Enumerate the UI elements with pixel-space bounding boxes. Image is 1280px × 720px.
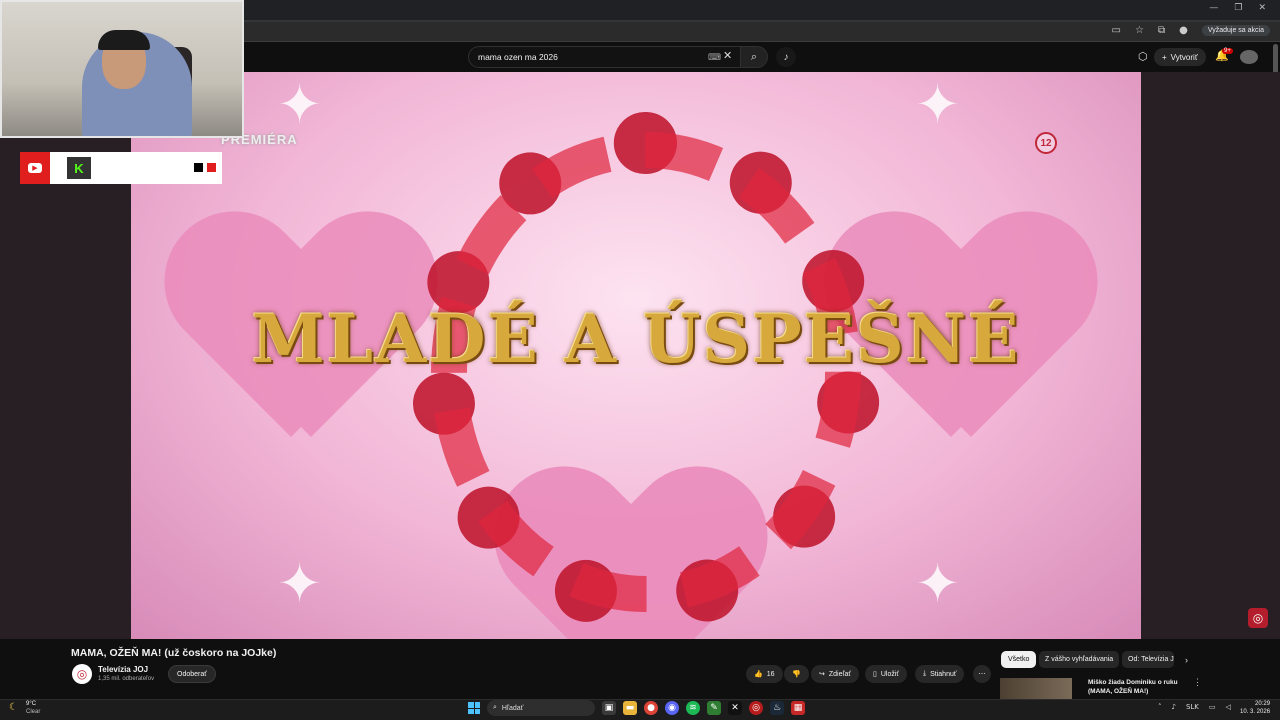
search-icon: ⌕ [493, 704, 497, 711]
search-input[interactable]: mama ozen ma 2026 [468, 46, 740, 68]
thumbs-down-icon: 👎 [792, 671, 801, 678]
channel-avatar[interactable]: ◎ [72, 664, 92, 684]
create-label: Vytvoriť [1170, 52, 1198, 62]
youtube-logo-icon: ▶ [20, 152, 50, 184]
close-window-button[interactable]: ✕ [1258, 3, 1266, 13]
language-indicator[interactable]: SLK [1186, 703, 1199, 711]
subscriber-count: 1,35 mil. odberateľov [98, 676, 155, 682]
mic-icon[interactable]: ♪ [1172, 703, 1176, 711]
video-overlay-title: MLADÉ A ÚSPEŠNÉ [251, 300, 1021, 378]
task-view-icon[interactable]: ▣ [602, 701, 616, 715]
weather-description[interactable]: Clear [26, 709, 40, 715]
dislike-button[interactable]: 👎 [784, 665, 809, 683]
system-tray: ˄ ♪ SLK ▭ ◁ [1158, 703, 1231, 711]
minimize-button[interactable]: — [1209, 3, 1218, 13]
thumbs-up-icon: 👍 [754, 671, 763, 678]
streamer-cap [98, 30, 150, 50]
steam-icon[interactable]: ♨ [770, 701, 784, 715]
sparkle-graphic: ✦ [277, 552, 323, 615]
share-label: Zdieľať [828, 670, 852, 678]
window-controls: — ❐ ✕ [1209, 3, 1266, 13]
app-icon[interactable]: ◎ [749, 701, 763, 715]
file-explorer-icon[interactable]: ▬ [623, 701, 637, 715]
share-button[interactable]: ↪ Zdieľať [811, 665, 860, 683]
chevron-right-icon[interactable]: › [1185, 655, 1188, 665]
discord-icon[interactable]: ◉ [665, 701, 679, 715]
create-button[interactable]: + Vytvoriť [1154, 48, 1206, 66]
black-square [194, 163, 203, 172]
social-overlay-bar [20, 152, 222, 184]
like-count: 16 [766, 670, 775, 678]
video-player[interactable]: ✦ ✦ ✦ ✦ MLADÉ A ÚSPEŠNÉ PREMIÉRA 12 [131, 72, 1141, 639]
search-button[interactable]: ⌕ [740, 46, 768, 68]
taskbar-search-label: Hľadať [501, 704, 524, 712]
sparkle-graphic: ✦ [277, 73, 323, 136]
share-icon: ↪ [819, 671, 825, 678]
save-button[interactable]: ▯ Uložiť [865, 665, 908, 683]
save-label: Uložiť [880, 670, 900, 678]
recommended-video-title[interactable]: Miško žiada Dominiku o ruku (MAMA, OŽEŇ … [1088, 678, 1188, 696]
chip-from-search[interactable]: Z vášho vyhľadávania [1039, 651, 1120, 668]
download-button[interactable]: ⤓ Stiahnuť [915, 665, 965, 683]
mic-icon: ♪ [783, 51, 789, 63]
cast-icon[interactable]: ⬡ [1138, 50, 1148, 63]
webcam-overlay [0, 0, 244, 138]
moon-weather-icon[interactable]: ☾ [9, 702, 18, 713]
browser-toolbar-icons: ▭ ☆ ⧉ ● Vyžaduje sa akcia [1112, 25, 1270, 36]
joj-logo-icon: ◎ [1248, 608, 1268, 628]
recommended-video-thumbnail[interactable] [1000, 678, 1072, 700]
spotify-icon[interactable]: ≋ [686, 701, 700, 715]
extensions-icon[interactable]: ⧉ [1158, 25, 1165, 36]
app-icon[interactable]: ✎ [707, 701, 721, 715]
voice-search-button[interactable]: ♪ [776, 47, 796, 67]
account-avatar[interactable] [1240, 50, 1258, 64]
download-icon: ⤓ [923, 670, 927, 677]
app-icon[interactable]: ✕ [728, 701, 742, 715]
start-button[interactable] [468, 702, 480, 714]
like-button[interactable]: 👍 16 [746, 665, 783, 683]
channel-name[interactable]: Televízia JOJ [98, 665, 148, 674]
clock-date: 10. 3. 2026 [1240, 709, 1271, 715]
download-label: Stiahnuť [930, 670, 957, 678]
chevron-up-icon[interactable]: ˄ [1158, 703, 1162, 711]
chip-from-channel[interactable]: Od: Televízia JOJ [1122, 651, 1174, 668]
chrome-icon[interactable]: ● [644, 701, 658, 715]
keyboard-icon[interactable]: ⌨ [708, 52, 721, 63]
more-vertical-icon[interactable]: ⋮ [1193, 677, 1202, 688]
sparkle-graphic: ✦ [915, 552, 961, 615]
screen-cast-icon[interactable]: ▭ [1112, 25, 1121, 36]
volume-icon[interactable]: ◁ [1226, 703, 1231, 711]
chip-all[interactable]: Všetko [1001, 651, 1037, 668]
taskbar-apps: ▣ ▬ ● ◉ ≋ ✎ ✕ ◎ ♨ ▦ [602, 701, 805, 715]
app-icon[interactable]: ▦ [791, 701, 805, 715]
bookmark-icon: ▯ [873, 671, 877, 678]
play-icon: ▶ [28, 163, 42, 173]
action-required-button[interactable]: Vyžaduje sa akcia [1201, 25, 1270, 36]
bookmark-star-icon[interactable]: ☆ [1135, 25, 1144, 36]
profile-icon[interactable]: ● [1179, 25, 1188, 36]
network-icon[interactable]: ▭ [1209, 703, 1216, 711]
clear-search-icon[interactable]: ✕ [723, 49, 732, 62]
age-rating-badge: 12 [1035, 132, 1057, 154]
clock-time: 20:29 [1255, 701, 1271, 707]
sparkle-graphic: ✦ [915, 73, 961, 136]
more-actions-button[interactable]: ⋯ [973, 665, 991, 683]
taskbar-search[interactable]: ⌕ Hľadať [487, 700, 595, 716]
notification-count-badge: 9+ [1222, 48, 1233, 54]
restore-button[interactable]: ❐ [1234, 3, 1242, 13]
plus-icon: + [1162, 52, 1167, 62]
red-square [207, 163, 216, 172]
subscribe-button[interactable]: Odoberať [168, 665, 216, 683]
weather-temperature[interactable]: 9°C [26, 701, 36, 707]
search-icon: ⌕ [750, 50, 758, 63]
kick-logo-icon: K [67, 157, 91, 179]
taskbar-clock[interactable]: 20:29 10. 3. 2026 [1240, 700, 1270, 716]
video-title: MAMA, OŽEŇ MA! (už čoskoro na JOJke) [71, 647, 277, 659]
